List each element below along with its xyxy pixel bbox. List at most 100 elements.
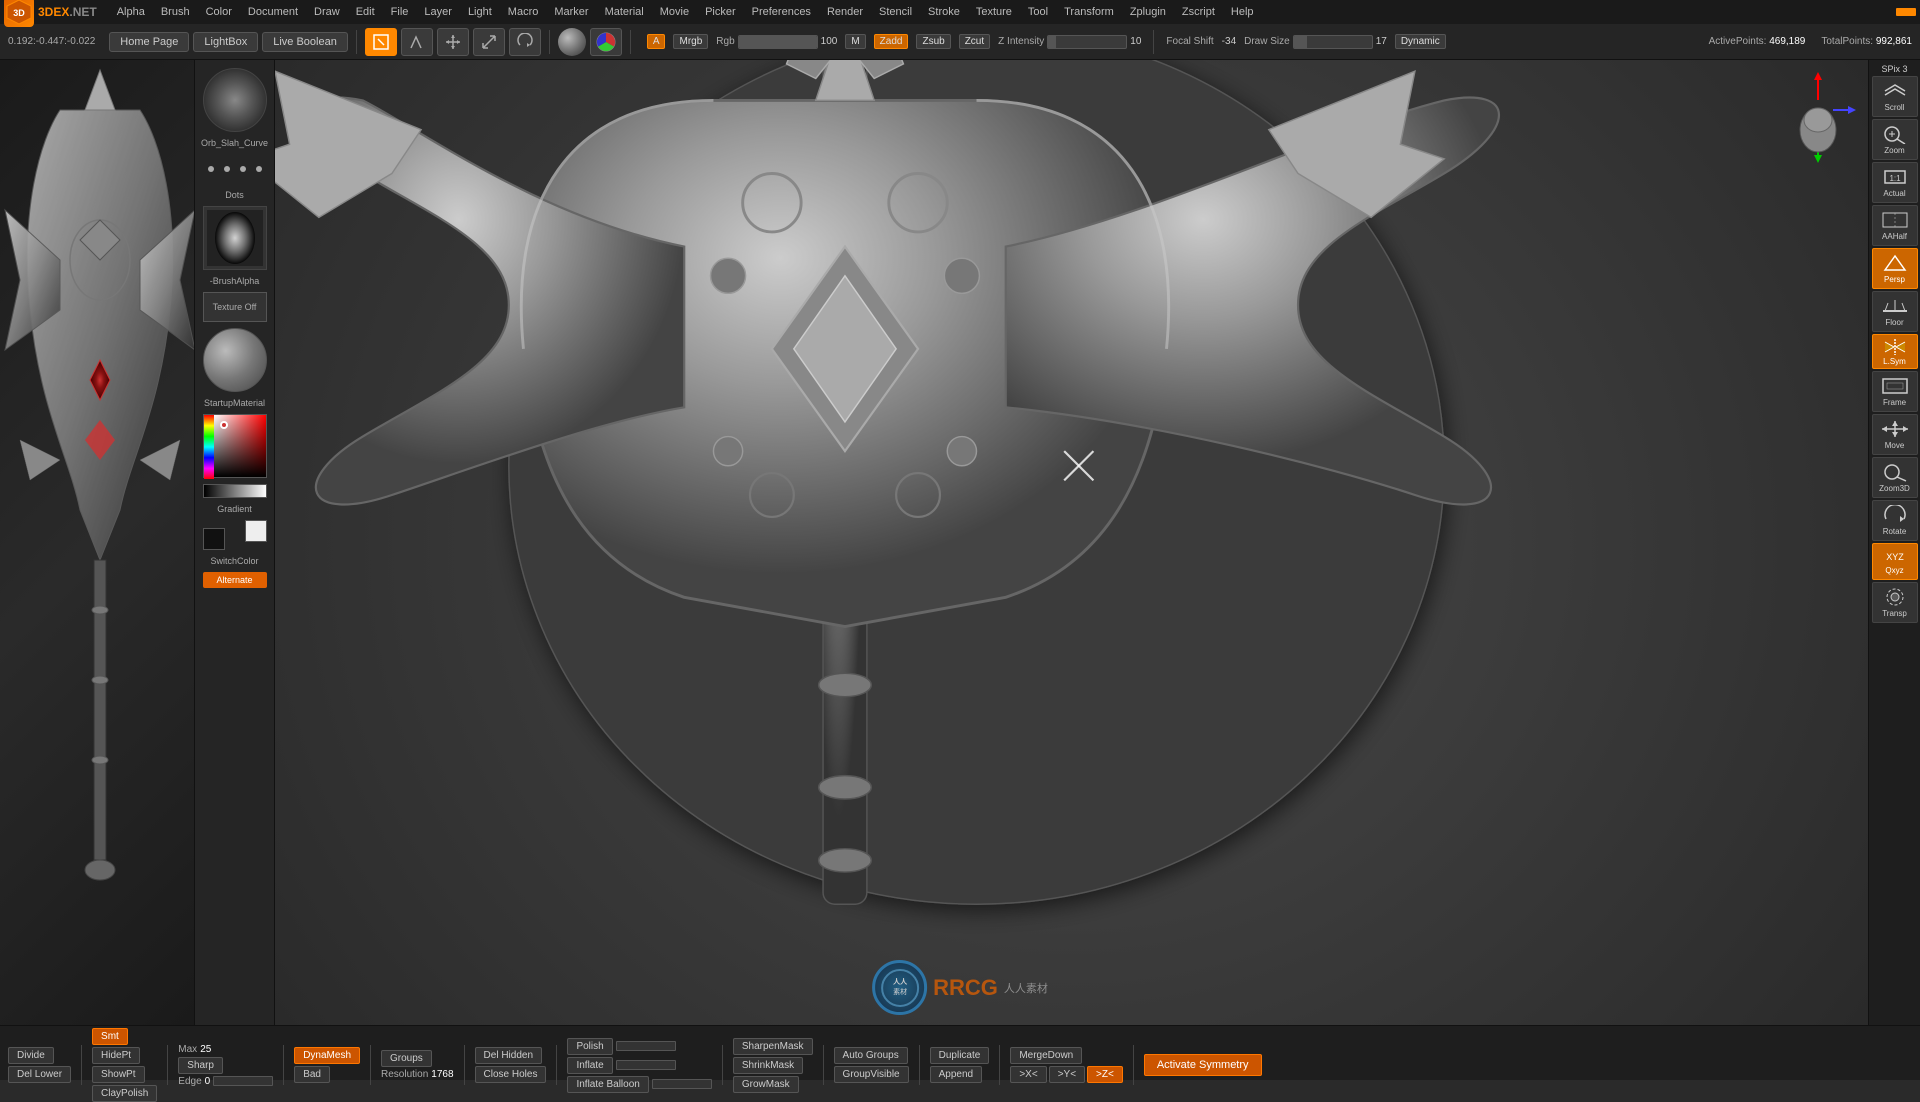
draw-size-slider[interactable] <box>1293 35 1373 49</box>
switch-color[interactable] <box>203 520 267 550</box>
z-intensity-slider[interactable] <box>1047 35 1127 49</box>
menu-edit[interactable]: Edit <box>348 4 383 20</box>
inflate-balloon-slider[interactable] <box>652 1079 712 1089</box>
brush-preview[interactable] <box>203 68 267 132</box>
menu-zplugin[interactable]: Zplugin <box>1122 4 1174 20</box>
menu-movie[interactable]: Movie <box>652 4 697 20</box>
mergedown-btn[interactable]: MergeDown <box>1010 1047 1082 1064</box>
dots-preview[interactable] <box>203 154 267 184</box>
hidept-btn[interactable]: HidePt <box>92 1047 140 1064</box>
move-3d-btn[interactable]: Move <box>1872 414 1918 455</box>
activate-symmetry-btn[interactable]: Activate Symmetry <box>1144 1054 1262 1076</box>
draw-btn[interactable] <box>401 28 433 56</box>
menu-preferences[interactable]: Preferences <box>744 4 819 20</box>
zcut-badge[interactable]: Zcut <box>959 34 990 49</box>
polish-btn[interactable]: Polish <box>567 1038 612 1055</box>
polish-slider[interactable] <box>616 1041 676 1051</box>
zsub-badge[interactable]: Zsub <box>916 34 950 49</box>
zoom3d-btn[interactable]: Zoom3D <box>1872 457 1918 498</box>
duplicate-btn[interactable]: Duplicate <box>930 1047 990 1064</box>
qxyz-btn[interactable]: XYZ Qxyz <box>1872 543 1918 580</box>
m-badge[interactable]: M <box>845 34 865 49</box>
a-badge[interactable]: A <box>647 34 666 49</box>
menu-texture[interactable]: Texture <box>968 4 1020 20</box>
lsym-btn[interactable]: L.Sym <box>1872 334 1918 369</box>
divide-btn[interactable]: Divide <box>8 1047 54 1064</box>
del-lower-btn[interactable]: Del Lower <box>8 1066 71 1083</box>
dynamic-badge[interactable]: Dynamic <box>1395 34 1446 49</box>
groups-btn[interactable]: Groups <box>381 1050 432 1067</box>
menu-transform[interactable]: Transform <box>1056 4 1122 20</box>
menu-macro[interactable]: Macro <box>500 4 547 20</box>
rotate-3d-btn[interactable]: Rotate <box>1872 500 1918 541</box>
menu-zscript[interactable]: Zscript <box>1174 4 1223 20</box>
dynamesh-btn[interactable]: DynaMesh <box>294 1047 360 1064</box>
menu-file[interactable]: File <box>383 4 417 20</box>
actual-btn[interactable]: 1:1 Actual <box>1872 162 1918 203</box>
zadd-badge[interactable]: Zadd <box>874 34 909 49</box>
color-picker[interactable] <box>203 414 267 478</box>
alternate-btn[interactable]: Alternate <box>203 572 267 588</box>
live-boolean-btn[interactable]: Live Boolean <box>262 32 348 52</box>
sharpen-mask-btn[interactable]: SharpenMask <box>733 1038 813 1055</box>
menu-document[interactable]: Document <box>240 4 306 20</box>
frame-btn[interactable]: Frame <box>1872 371 1918 412</box>
group-visible-btn[interactable]: GroupVisible <box>834 1066 909 1083</box>
menu-marker[interactable]: Marker <box>546 4 596 20</box>
menu-light[interactable]: Light <box>460 4 500 20</box>
scale-btn[interactable] <box>473 28 505 56</box>
menu-alpha[interactable]: Alpha <box>109 4 153 20</box>
shrink-mask-btn[interactable]: ShrinkMask <box>733 1057 803 1074</box>
viewport[interactable] <box>275 60 1868 1025</box>
edge-slider[interactable] <box>213 1076 273 1086</box>
claypolish-btn[interactable]: ClayPolish <box>92 1085 157 1102</box>
menu-picker[interactable]: Picker <box>697 4 744 20</box>
close-holes-btn[interactable]: Close Holes <box>475 1066 547 1083</box>
menu-help[interactable]: Help <box>1223 4 1262 20</box>
menu-material[interactable]: Material <box>597 4 652 20</box>
gradient-bar[interactable] <box>203 484 267 498</box>
lightbox-btn[interactable]: LightBox <box>193 32 258 52</box>
move-btn[interactable] <box>437 28 469 56</box>
menu-layer[interactable]: Layer <box>416 4 460 20</box>
nz-btn[interactable]: >Z< <box>1087 1066 1123 1083</box>
bad-btn[interactable]: Bad <box>294 1066 330 1083</box>
persp-btn[interactable]: Persp <box>1872 248 1918 289</box>
mrgb-badge[interactable]: Mrgb <box>673 34 708 49</box>
inflate-balloon-btn[interactable]: Inflate Balloon <box>567 1076 648 1093</box>
alpha-preview[interactable] <box>203 206 267 270</box>
viewport-nav-cube[interactable] <box>1778 70 1858 190</box>
menu-brush[interactable]: Brush <box>153 4 198 20</box>
home-page-btn[interactable]: Home Page <box>109 32 189 52</box>
zoom-btn[interactable]: Zoom <box>1872 119 1918 160</box>
smt-btn[interactable]: Smt <box>92 1028 128 1045</box>
texture-off-btn[interactable]: Texture Off <box>203 292 267 322</box>
rgb-slider[interactable] <box>738 35 818 49</box>
scroll-btn[interactable]: Scroll <box>1872 76 1918 117</box>
menu-stencil[interactable]: Stencil <box>871 4 920 20</box>
rotate-btn[interactable] <box>509 28 541 56</box>
auto-groups-btn[interactable]: Auto Groups <box>834 1047 908 1064</box>
edge-label: Edge <box>178 1076 201 1087</box>
grow-mask-btn[interactable]: GrowMask <box>733 1076 799 1093</box>
append-btn[interactable]: Append <box>930 1066 982 1083</box>
menu-color[interactable]: Color <box>198 4 240 20</box>
transp-btn[interactable]: Transp <box>1872 582 1918 623</box>
menu-stroke[interactable]: Stroke <box>920 4 968 20</box>
color-wheel-btn[interactable] <box>590 28 622 56</box>
sphere-icon-btn[interactable] <box>558 28 586 56</box>
aahalf-btn[interactable]: AAHalf <box>1872 205 1918 246</box>
menu-tool[interactable]: Tool <box>1020 4 1056 20</box>
ny-btn[interactable]: >Y< <box>1049 1066 1085 1083</box>
nx-btn[interactable]: >X< <box>1010 1066 1046 1083</box>
floor-btn[interactable]: Floor <box>1872 291 1918 332</box>
edit-btn[interactable] <box>365 28 397 56</box>
del-hidden-btn[interactable]: Del Hidden <box>475 1047 542 1064</box>
sharp-btn[interactable]: Sharp <box>178 1057 223 1074</box>
inflate-slider[interactable] <box>616 1060 676 1070</box>
menu-render[interactable]: Render <box>819 4 871 20</box>
material-sphere[interactable] <box>203 328 267 392</box>
inflate-btn[interactable]: Inflate <box>567 1057 612 1074</box>
menu-draw[interactable]: Draw <box>306 4 348 20</box>
showpt-btn[interactable]: ShowPt <box>92 1066 144 1083</box>
